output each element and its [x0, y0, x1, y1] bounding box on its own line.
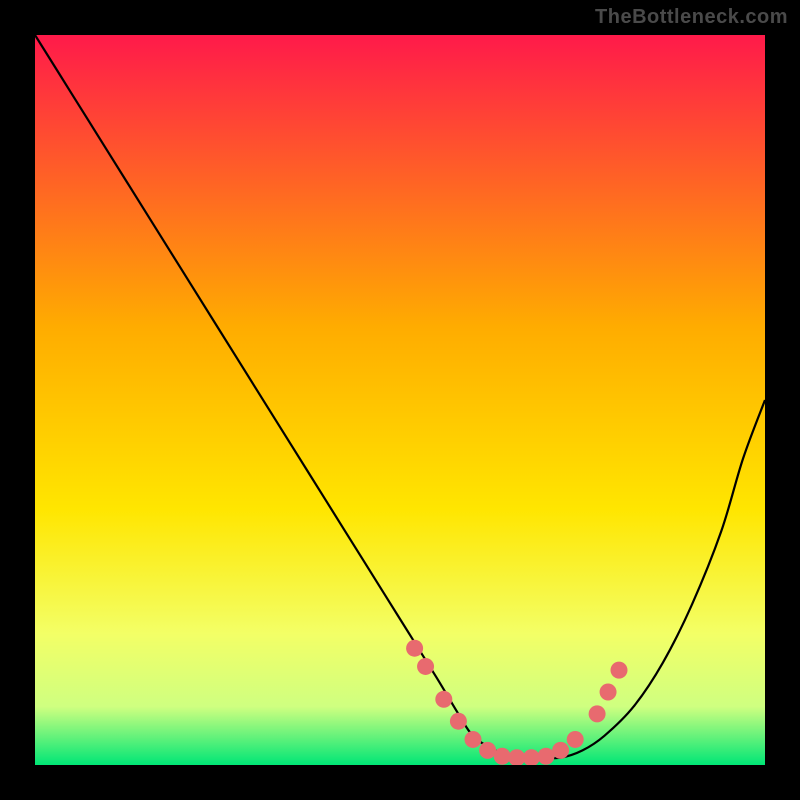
marker-point	[538, 748, 555, 765]
marker-point	[465, 731, 482, 748]
marker-point	[600, 684, 617, 701]
gradient-background	[35, 35, 765, 765]
marker-point	[567, 731, 584, 748]
marker-point	[435, 691, 452, 708]
marker-point	[552, 742, 569, 759]
marker-point	[406, 640, 423, 657]
marker-point	[611, 662, 628, 679]
watermark-text: TheBottleneck.com	[595, 6, 788, 29]
chart-frame: TheBottleneck.com	[0, 0, 800, 800]
marker-point	[494, 748, 511, 765]
marker-point	[450, 713, 467, 730]
marker-point	[479, 742, 496, 759]
marker-point	[589, 705, 606, 722]
marker-point	[417, 658, 434, 675]
bottleneck-chart	[35, 35, 765, 765]
